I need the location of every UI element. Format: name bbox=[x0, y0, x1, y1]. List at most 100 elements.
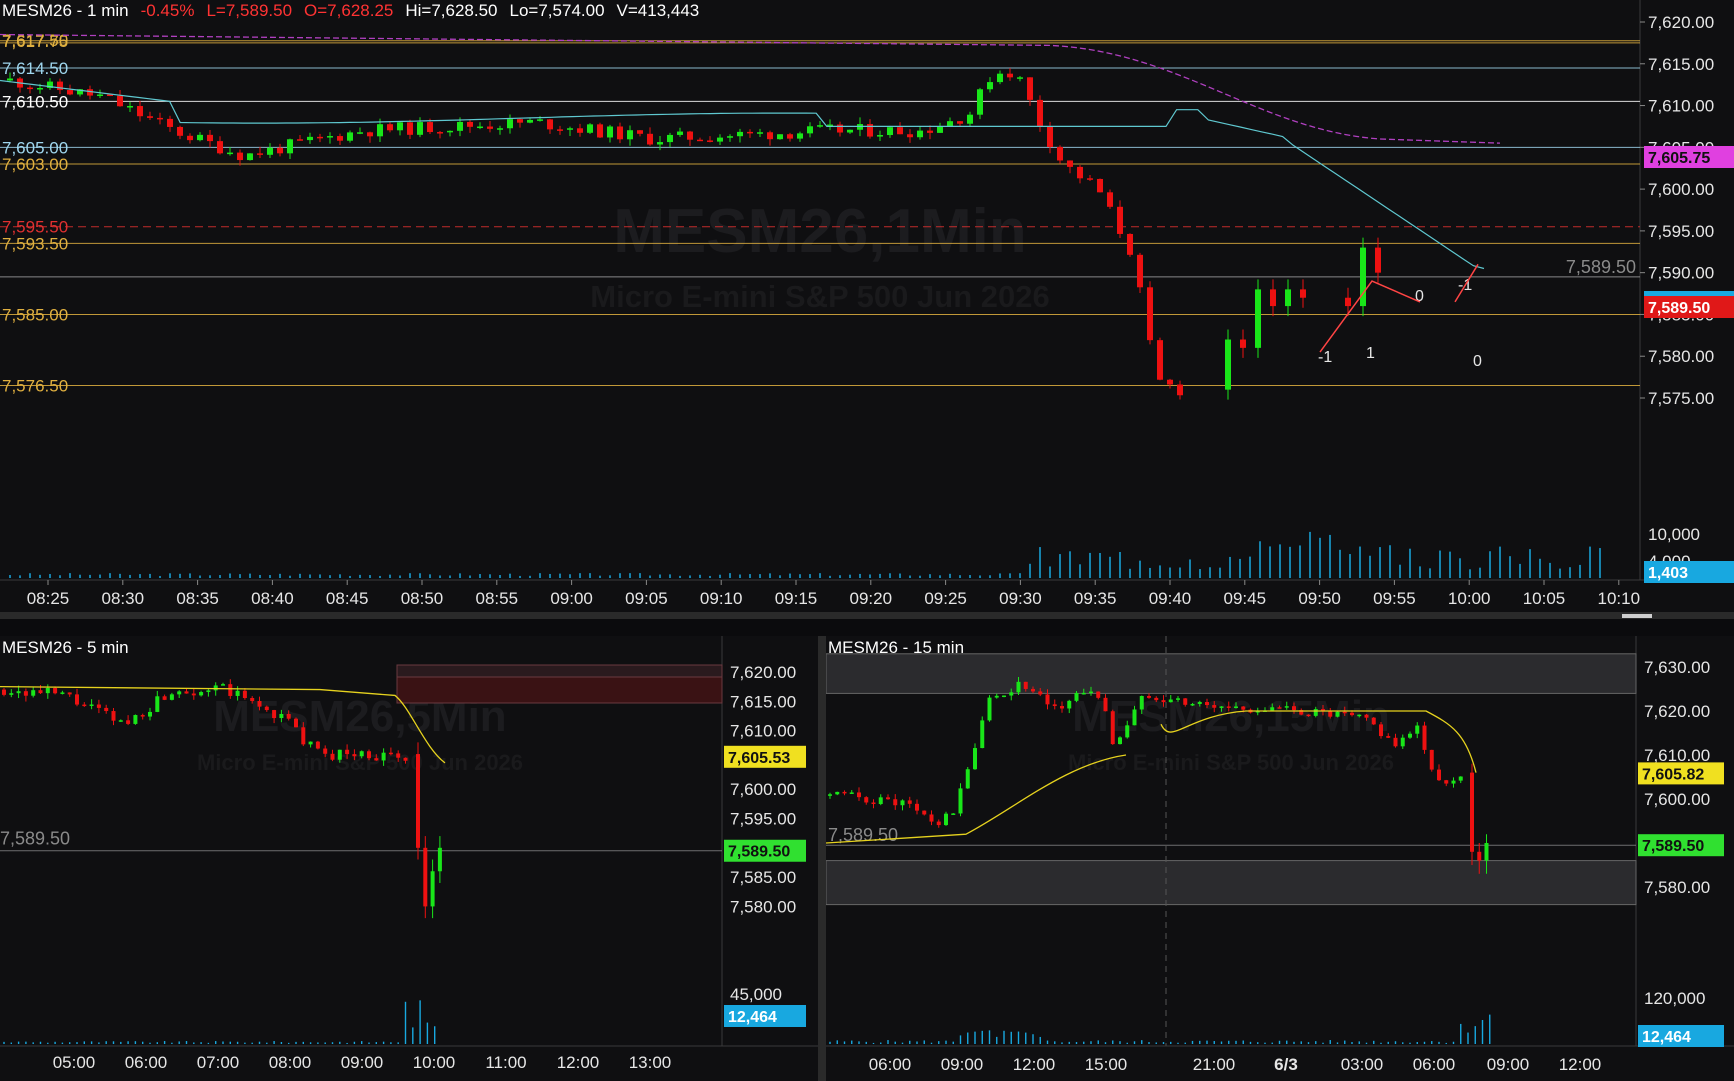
candle-1min bbox=[927, 130, 933, 133]
candle-1min bbox=[417, 122, 423, 135]
candle-1min bbox=[547, 119, 553, 130]
supply-zone bbox=[396, 676, 723, 704]
time-axis-label: 09:50 bbox=[1298, 589, 1341, 608]
pane-divider[interactable] bbox=[818, 636, 826, 1081]
candle-1min bbox=[697, 139, 703, 142]
candle-15min bbox=[1016, 681, 1021, 693]
chart-1min-canvas[interactable]: MESM26,1Min Micro E-mini S&P 500 Jun 2026… bbox=[0, 0, 1734, 612]
candle-15min bbox=[973, 748, 977, 770]
time-axis-label: 09:15 bbox=[775, 589, 818, 608]
change-percent: -0.45% bbox=[140, 1, 195, 20]
candle-5min bbox=[133, 715, 138, 724]
candle-1min bbox=[307, 136, 313, 141]
candle-15min bbox=[915, 803, 919, 811]
price-axis-label: 7,580.00 bbox=[730, 897, 796, 916]
candle-1min bbox=[317, 136, 323, 139]
candle-15min bbox=[1147, 695, 1151, 698]
scrollbar-thumb[interactable] bbox=[1622, 614, 1652, 618]
chart-15min-canvas[interactable]: MESM26,15Min Micro E-mini S&P 500 Jun 202… bbox=[826, 636, 1734, 1081]
candle-15min bbox=[929, 814, 934, 822]
candle-5min bbox=[162, 696, 167, 700]
candle-15min bbox=[1067, 700, 1072, 709]
candle-1min bbox=[1077, 166, 1083, 179]
candle-1min bbox=[647, 133, 653, 145]
candle-1min bbox=[987, 82, 993, 90]
candle-5min bbox=[250, 697, 255, 702]
candle-1min bbox=[717, 137, 723, 142]
vwap-badge: 7,605.53 bbox=[728, 750, 790, 767]
candle-5min bbox=[272, 710, 277, 719]
candle-5min bbox=[118, 720, 123, 722]
candle-15min bbox=[893, 799, 898, 806]
candle-15min bbox=[1408, 733, 1412, 738]
candle-1min bbox=[807, 126, 813, 134]
candle-1min bbox=[787, 134, 793, 139]
trade-line bbox=[1319, 263, 1479, 353]
chart-15min-pane[interactable]: MESM26,15Min Micro E-mini S&P 500 Jun 202… bbox=[826, 636, 1734, 1081]
candle-1min bbox=[657, 142, 663, 145]
chart-15min-header: MESM26 - 15 min bbox=[828, 638, 965, 657]
candle-15min bbox=[1415, 725, 1420, 734]
volume-axis-label: 10,000 bbox=[1648, 525, 1700, 544]
volume-badge: 1,403 bbox=[1648, 565, 1688, 582]
candle-1min bbox=[967, 114, 973, 124]
candle-15min bbox=[864, 797, 869, 803]
time-axis-label: 11:00 bbox=[485, 1053, 526, 1072]
chart-1min-pane[interactable]: MESM26,1Min Micro E-mini S&P 500 Jun 2026… bbox=[0, 0, 1734, 612]
candle-15min bbox=[958, 788, 963, 814]
price-axis-label: 7,615.00 bbox=[730, 692, 796, 711]
candle-1min bbox=[797, 133, 803, 139]
chart-1min-scrollbar[interactable] bbox=[0, 612, 1734, 619]
candle-1min bbox=[137, 106, 143, 117]
candle-15min bbox=[1350, 712, 1354, 716]
watermark-title: MESM26,1Min bbox=[613, 197, 1026, 266]
candle-1min bbox=[147, 116, 153, 118]
candle-15min bbox=[1444, 780, 1449, 784]
price-level-label: 7,614.50 bbox=[2, 59, 68, 78]
candle-15min bbox=[1089, 691, 1093, 694]
time-axis-label: 09:25 bbox=[924, 589, 967, 608]
time-axis-label: 09:30 bbox=[999, 589, 1042, 608]
candle-1min bbox=[907, 134, 913, 138]
candle-1min bbox=[817, 125, 823, 127]
candle-1min bbox=[707, 140, 713, 142]
candle-15min bbox=[1197, 702, 1202, 704]
time-axis-label: 08:40 bbox=[251, 589, 294, 608]
candle-1min bbox=[457, 121, 463, 131]
candle-1min bbox=[257, 153, 263, 155]
volume-axis-label: 120,000 bbox=[1644, 989, 1705, 1008]
time-axis-label: 06:00 bbox=[1413, 1055, 1456, 1074]
price-axis-label: 7,595.00 bbox=[730, 810, 796, 829]
price-axis-label: 7,620.00 bbox=[1644, 702, 1710, 721]
candle-5min bbox=[437, 847, 442, 872]
time-axis-label: 07:00 bbox=[197, 1053, 240, 1072]
price-axis-label: 7,600.00 bbox=[730, 780, 796, 799]
last-price-badge: 7,589.50 bbox=[1648, 300, 1710, 317]
candle-1min bbox=[1270, 289, 1276, 307]
chart-5min-canvas[interactable]: MESM26,5MinMicro E-mini S&P 500 Jun 2026… bbox=[0, 636, 818, 1081]
candle-15min bbox=[1451, 780, 1456, 784]
candle-1min bbox=[167, 118, 173, 127]
time-axis-label: 03:00 bbox=[1341, 1055, 1384, 1074]
time-axis-label: 08:00 bbox=[269, 1053, 312, 1072]
candle-1min bbox=[777, 134, 783, 140]
candle-15min bbox=[871, 802, 876, 805]
candle-1min bbox=[407, 122, 413, 135]
time-axis-label: 13:00 bbox=[629, 1053, 672, 1072]
candle-1min bbox=[537, 119, 543, 121]
candle-15min bbox=[1226, 706, 1231, 708]
candle-15min bbox=[1074, 692, 1079, 701]
candle-15min bbox=[1161, 700, 1166, 703]
candle-1min bbox=[337, 136, 343, 141]
candle-1min bbox=[357, 132, 363, 134]
candle-1min bbox=[597, 124, 603, 138]
candle-1min bbox=[1225, 339, 1231, 390]
price-axis-label: 7,595.00 bbox=[1648, 222, 1714, 241]
candle-5min bbox=[430, 871, 435, 907]
candle-1min bbox=[957, 121, 963, 124]
time-axis-label: 09:20 bbox=[850, 589, 893, 608]
candle-1min bbox=[567, 128, 573, 130]
chart-5min-pane[interactable]: MESM26,5Min Micro E-mini S&P 500 Jun 2026… bbox=[0, 636, 818, 1081]
time-axis-label: 15:00 bbox=[1085, 1055, 1128, 1074]
candle-15min bbox=[1052, 704, 1057, 707]
